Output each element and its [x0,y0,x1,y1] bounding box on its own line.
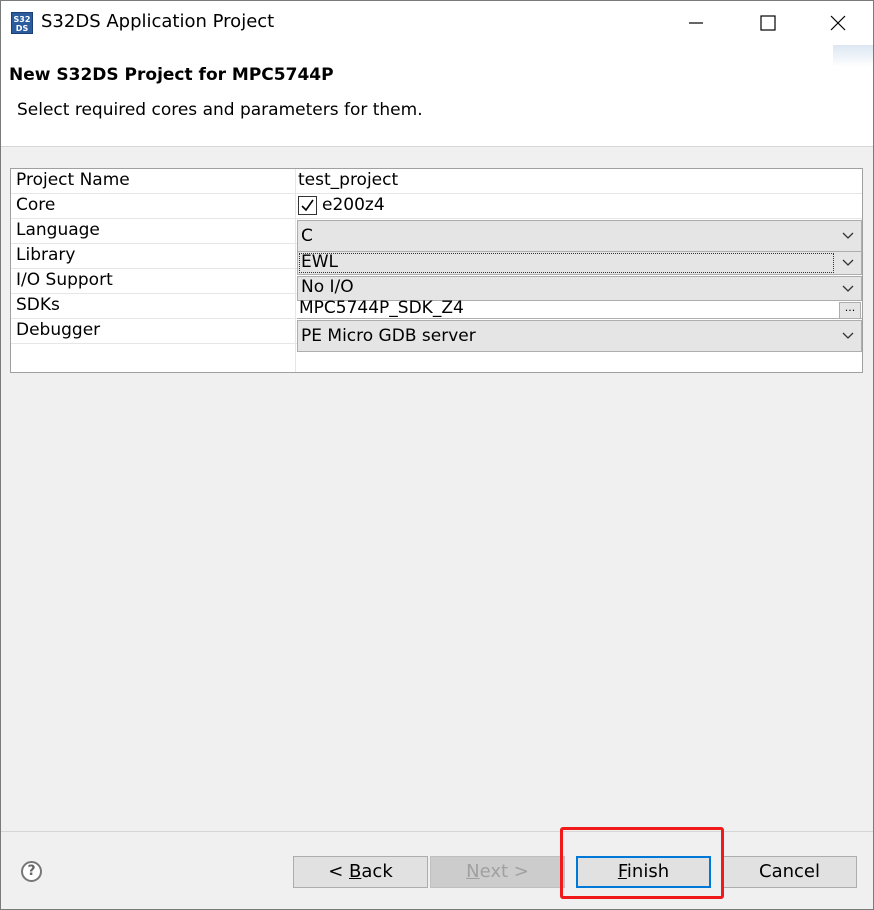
sdks-field[interactable]: MPC5744P_SDK_Z4 ... [297,298,862,319]
title-bar[interactable]: S32 DS S32DS Application Project [1,1,873,45]
wizard-title: New S32DS Project for MPC5744P [9,65,334,85]
back-button-prefix: < [328,861,350,882]
sdks-value: MPC5744P_SDK_Z4 [299,298,464,318]
back-button-accel: B [349,861,362,882]
row-core[interactable]: Core e200z4 [11,194,862,219]
row-project-name[interactable]: Project Name test_project [11,169,862,194]
project-name-value[interactable]: test_project [298,170,398,190]
checkmark-icon [301,199,314,212]
project-properties-table: Project Name test_project Core e200z4 La… [10,168,863,373]
core-label: Core [16,195,56,215]
window-title: S32DS Application Project [41,11,275,32]
language-label: Language [16,220,100,240]
sdks-browse-button[interactable]: ... [839,302,861,319]
dialog-window: S32 DS S32DS Application Project New S32D… [0,0,874,910]
close-icon [830,15,846,31]
cancel-button[interactable]: Cancel [722,856,857,888]
help-icon[interactable]: ? [21,861,42,882]
sdks-label: SDKs [16,295,60,315]
back-button[interactable]: < Back [293,856,428,888]
maximize-icon [760,15,776,31]
finish-button[interactable]: Finish [576,856,711,888]
close-button[interactable] [803,1,873,45]
wizard-description: Select required cores and parameters for… [17,100,423,120]
next-button[interactable]: Next > [430,856,565,888]
project-name-label: Project Name [16,170,130,190]
debugger-label: Debugger [16,320,101,340]
library-label: Library [16,245,76,265]
core-value[interactable]: e200z4 [322,195,385,215]
footer-separator [1,831,873,832]
finish-button-accel: F [617,861,627,882]
maximize-button[interactable] [733,1,803,45]
wizard-header: New S32DS Project for MPC5744P Select re… [1,45,873,147]
s32ds-app-icon: S32 DS [11,12,33,34]
empty-row [11,344,862,369]
next-button-rest: ext > [479,861,529,882]
core-checkbox[interactable] [298,196,317,215]
finish-button-rest: inish [626,861,670,882]
minimize-button[interactable] [661,1,731,45]
minimize-icon [689,22,703,24]
debugger-value: PE Micro GDB server [301,326,476,346]
io-support-label: I/O Support [16,270,113,290]
back-button-rest: ack [361,861,393,882]
next-button-accel: N [466,861,480,882]
banner-decoration [833,45,873,67]
language-value: C [301,226,313,246]
